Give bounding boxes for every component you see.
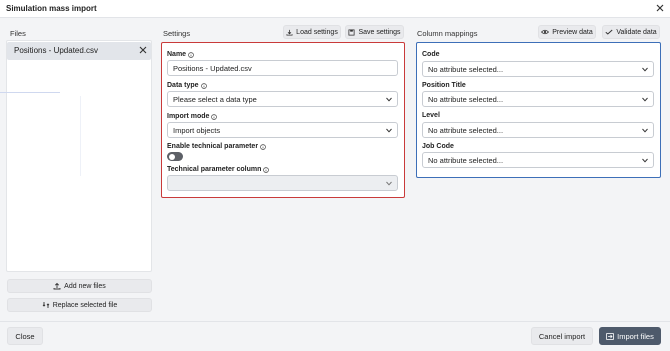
mapping-label: Code <box>422 51 440 58</box>
data-type-select[interactable]: Please select a data type <box>167 91 398 107</box>
name-label: Name <box>167 51 187 58</box>
eye-icon <box>541 29 550 35</box>
close-icon[interactable] <box>654 2 666 14</box>
import-mode-label-row: Import mode <box>167 113 218 120</box>
technical-param-label: Enable technical parameter <box>167 143 259 150</box>
check-icon <box>605 29 613 35</box>
chevron-down-icon <box>642 158 648 163</box>
files-heading: Files <box>10 29 26 38</box>
upload-icon <box>53 282 61 290</box>
technical-param-label-row: Enable technical parameter <box>167 143 266 150</box>
mappings-heading: Column mappings <box>417 29 478 38</box>
cancel-import-label: Cancel import <box>538 331 586 341</box>
info-icon[interactable] <box>211 113 218 120</box>
chevron-down-icon <box>642 67 648 72</box>
chevron-down-icon <box>386 181 392 186</box>
info-icon[interactable] <box>200 82 207 89</box>
mapping-select-job-code[interactable]: No attribute selected... <box>422 152 654 168</box>
close-button[interactable]: Close <box>7 327 43 345</box>
import-mode-label: Import mode <box>167 113 210 120</box>
chevron-down-icon <box>642 128 648 133</box>
chevron-down-icon <box>642 97 648 102</box>
chevron-down-icon <box>386 128 392 133</box>
download-icon <box>286 29 293 36</box>
mapping-value: No attribute selected... <box>428 155 504 165</box>
name-input[interactable]: Positions - Updated.csv <box>167 60 398 76</box>
mapping-value: No attribute selected... <box>428 64 504 74</box>
mapping-select-position-title[interactable]: No attribute selected... <box>422 91 654 107</box>
close-label: Close <box>15 331 35 341</box>
mapping-select-code[interactable]: No attribute selected... <box>422 61 654 77</box>
save-settings-label: Save settings <box>358 28 401 36</box>
mapping-label: Job Code <box>422 143 454 150</box>
info-icon[interactable] <box>260 143 266 150</box>
toggle-knob <box>168 153 175 160</box>
preview-data-button[interactable]: Preview data <box>538 25 596 39</box>
save-icon <box>348 28 356 36</box>
import-mode-value: Import objects <box>173 125 221 135</box>
mapping-value: No attribute selected... <box>428 94 504 104</box>
data-type-label-row: Data type <box>167 82 207 89</box>
settings-heading: Settings <box>163 29 191 38</box>
remove-file-icon[interactable] <box>138 45 148 55</box>
validate-data-button[interactable]: Validate data <box>602 25 660 39</box>
mapping-value: No attribute selected... <box>428 125 504 135</box>
file-item-label: Positions - Updated.csv <box>14 46 99 55</box>
replace-file-button[interactable]: Replace selected file <box>7 298 152 312</box>
technical-col-label-row: Technical parameter column <box>167 166 270 173</box>
load-settings-button[interactable]: Load settings <box>283 25 341 39</box>
save-settings-button[interactable]: Save settings <box>345 25 404 39</box>
mapping-label: Level <box>422 112 440 119</box>
mapping-select-level[interactable]: No attribute selected... <box>422 122 654 138</box>
files-list <box>6 40 152 272</box>
info-icon[interactable] <box>188 51 194 58</box>
import-files-label: Import files <box>617 331 654 341</box>
mapping-label: Position Title <box>422 82 466 89</box>
name-label-row: Name <box>167 51 194 58</box>
validate-data-label: Validate data <box>616 28 657 36</box>
name-input-value: Positions - Updated.csv <box>173 63 252 73</box>
divider <box>0 92 60 93</box>
add-files-label: Add new files <box>64 282 106 290</box>
technical-col-select[interactable] <box>167 175 398 191</box>
title-bar <box>0 0 670 18</box>
replace-icon <box>42 302 50 308</box>
technical-col-label: Technical parameter column <box>167 166 262 173</box>
replace-file-label: Replace selected file <box>52 301 118 309</box>
import-mode-select[interactable]: Import objects <box>167 122 398 138</box>
add-files-button[interactable]: Add new files <box>7 279 152 293</box>
cancel-import-button[interactable]: Cancel import <box>531 327 593 345</box>
preview-data-label: Preview data <box>552 28 593 36</box>
data-type-label: Data type <box>167 82 199 89</box>
divider <box>80 96 81 176</box>
data-type-value: Please select a data type <box>173 94 257 104</box>
load-settings-label: Load settings <box>296 28 338 36</box>
info-icon[interactable] <box>263 166 270 173</box>
import-icon <box>606 332 614 340</box>
import-files-button[interactable]: Import files <box>599 327 661 345</box>
window-title: Simulation mass import <box>6 4 97 13</box>
chevron-down-icon <box>386 97 392 102</box>
